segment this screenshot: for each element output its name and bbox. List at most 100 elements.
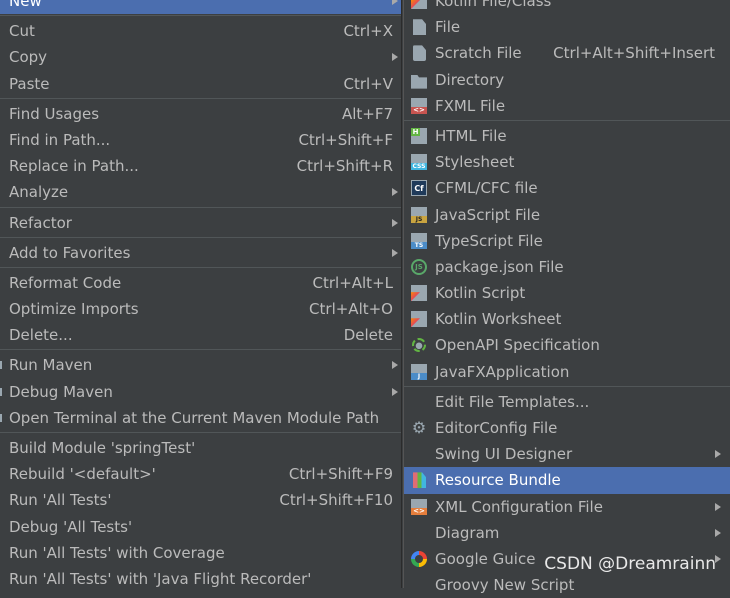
menu-item-scratch-file[interactable]: Scratch File Ctrl+Alt+Shift+Insert — [404, 40, 730, 66]
menu-item-label: File — [435, 18, 461, 37]
menu-item-editorconfig-file[interactable]: ⚙ EditorConfig File — [404, 415, 730, 441]
menu-item-label: Scratch File — [435, 44, 522, 63]
menu-item-javascript-file[interactable]: JavaScript File — [404, 202, 730, 228]
submenu-arrow-icon — [392, 188, 398, 197]
menu-item-run-all-tests[interactable]: Run 'All Tests' Ctrl+Shift+F10 — [0, 487, 401, 513]
menu-item-label: OpenAPI Specification — [435, 336, 600, 355]
menu-item-label: FXML File — [435, 96, 506, 115]
menu-item-shortcut: Ctrl+Alt+L — [312, 273, 394, 292]
google-icon — [411, 550, 427, 567]
menu-item-package-json-file[interactable]: JS package.json File — [404, 254, 730, 280]
menu-item-label: Copy — [9, 48, 48, 67]
menu-item-kotlin-file-class[interactable]: Kotlin File/Class — [404, 0, 730, 14]
menu-item-build-module-springtest[interactable]: Build Module 'springTest' — [0, 435, 401, 461]
menu-item-resource-bundle[interactable]: Resource Bundle — [404, 467, 730, 494]
menu-item-typescript-file[interactable]: TypeScript File — [404, 228, 730, 254]
menu-item-optimize-imports[interactable]: Optimize Imports Ctrl+Alt+O — [0, 296, 401, 322]
menu-item-label: Open Terminal at the Current Maven Modul… — [9, 408, 380, 427]
menu-item-rebuild-default[interactable]: Rebuild '<default>' Ctrl+Shift+F9 — [0, 461, 401, 487]
menu-item-run-all-tests-with-java-flight-recorder[interactable]: Run 'All Tests' with 'Java Flight Record… — [0, 566, 401, 592]
menu-item-copy[interactable]: Copy — [0, 44, 401, 70]
submenu-arrow-icon — [392, 53, 398, 62]
menu-item-find-usages[interactable]: Find Usages Alt+F7 — [0, 101, 401, 127]
menu-item-label: JavaScript File — [435, 205, 541, 224]
maven-icon — [0, 361, 2, 370]
scratch-file-icon — [413, 45, 426, 62]
menu-item-diagram[interactable]: Diagram — [404, 520, 730, 546]
menu-item-label: TypeScript File — [435, 231, 543, 250]
menu-item-paste[interactable]: Paste Ctrl+V — [0, 71, 401, 97]
menu-item-add-to-favorites[interactable]: Add to Favorites — [0, 240, 401, 266]
menu-item-directory[interactable]: Directory — [404, 67, 730, 93]
kotlin-worksheet-icon — [411, 311, 427, 328]
menu-item-label: Optimize Imports — [9, 300, 139, 319]
menu-item-label: Run 'All Tests' with Coverage — [9, 543, 225, 562]
menu-item-debug-maven[interactable]: Debug Maven — [0, 379, 401, 405]
submenu-arrow-icon — [392, 0, 398, 5]
menu-item-label: Paste — [9, 74, 50, 93]
typescript-file-icon — [411, 232, 427, 249]
menu-item-label: XML Configuration File — [435, 497, 603, 516]
menu-item-fxml-file[interactable]: FXML File — [404, 93, 730, 119]
menu-item-new[interactable]: New — [0, 0, 401, 15]
resource-bundle-icon — [413, 472, 426, 489]
menu-item-label: Replace in Path... — [9, 157, 139, 176]
menu-item-label: Find in Path... — [9, 130, 111, 149]
menu-item-label: Run 'All Tests' — [9, 491, 112, 510]
menu-item-shortcut: Ctrl+Alt+O — [309, 300, 393, 319]
menu-item-refactor[interactable]: Refactor — [0, 210, 401, 236]
submenu-arrow-icon — [715, 528, 721, 537]
menu-item-run-all-tests-with-coverage[interactable]: Run 'All Tests' with Coverage — [0, 540, 401, 566]
menu-item-label: Add to Favorites — [9, 243, 131, 262]
menu-item-shortcut: Ctrl+Shift+F — [298, 130, 393, 149]
menu-item-file[interactable]: File — [404, 14, 730, 40]
menu-item-label: package.json File — [435, 257, 564, 276]
menu-item-delete[interactable]: Delete... Delete — [0, 322, 401, 348]
new-submenu: Kotlin File/Class File Scratch File Ctrl+Al… — [403, 0, 730, 594]
menu-item-label: Swing UI Designer — [435, 445, 573, 464]
javafx-icon — [411, 363, 427, 380]
menu-item-kotlin-script[interactable]: Kotlin Script — [404, 280, 730, 306]
menu-item-label: Analyze — [9, 183, 69, 202]
xml-file-icon — [411, 498, 427, 515]
menu-item-openapi-specification[interactable]: OpenAPI Specification — [404, 332, 730, 358]
fxml-file-icon — [411, 97, 427, 114]
menu-item-open-terminal-at-the-current-maven-module-path[interactable]: Open Terminal at the Current Maven Modul… — [0, 405, 401, 431]
submenu-arrow-icon — [715, 450, 721, 459]
menu-item-label: Build Module 'springTest' — [9, 439, 196, 457]
javascript-file-icon — [411, 206, 427, 223]
menu-item-label: Resource Bundle — [435, 471, 561, 490]
menu-item-label: Google Guice — [435, 549, 536, 568]
menu-item-label: CFML/CFC file — [435, 179, 538, 198]
menu-item-debug-all-tests[interactable]: Debug 'All Tests' — [0, 514, 401, 540]
menu-item-html-file[interactable]: HTML File — [404, 123, 730, 149]
submenu-arrow-icon — [392, 361, 398, 370]
menu-item-cut[interactable]: Cut Ctrl+X — [0, 18, 401, 44]
menu-item-shortcut: Ctrl+Shift+R — [296, 157, 393, 176]
menu-item-replace-in-path[interactable]: Replace in Path... Ctrl+Shift+R — [0, 153, 401, 179]
menu-item-analyze[interactable]: Analyze — [0, 179, 401, 205]
menu-item-cfml-cfc-file[interactable]: Cf CFML/CFC file — [404, 175, 730, 201]
menu-item-stylesheet[interactable]: Stylesheet — [404, 149, 730, 175]
menu-item-label: Stylesheet — [435, 153, 515, 172]
openapi-icon — [411, 337, 427, 354]
menu-item-edit-file-templates[interactable]: Edit File Templates... — [404, 389, 730, 415]
menu-item-kotlin-worksheet[interactable]: Kotlin Worksheet — [404, 306, 730, 332]
menu-item-label: Kotlin Script — [435, 284, 526, 303]
menu-item-run-maven[interactable]: Run Maven — [0, 352, 401, 378]
folder-icon — [411, 74, 427, 89]
menu-item-shortcut: Delete — [343, 326, 393, 345]
menu-item-label: Edit File Templates... — [435, 392, 590, 411]
menu-item-label: Refactor — [9, 213, 72, 232]
menu-item-groovy-new-script[interactable]: Groovy New Script — [404, 572, 730, 598]
menu-item-reformat-code[interactable]: Reformat Code Ctrl+Alt+L — [0, 270, 401, 296]
menu-item-javafxapplication[interactable]: JavaFXApplication — [404, 359, 730, 385]
menu-item-label: Cut — [9, 22, 35, 41]
file-icon — [413, 19, 426, 36]
menu-item-xml-configuration-file[interactable]: XML Configuration File — [404, 494, 730, 520]
menu-item-find-in-path[interactable]: Find in Path... Ctrl+Shift+F — [0, 127, 401, 153]
menu-item-swing-ui-designer[interactable]: Swing UI Designer — [404, 441, 730, 467]
gear-icon: ⚙ — [411, 418, 427, 437]
menu-item-shortcut: Ctrl+Shift+F10 — [279, 491, 393, 510]
maven-icon — [0, 387, 2, 396]
